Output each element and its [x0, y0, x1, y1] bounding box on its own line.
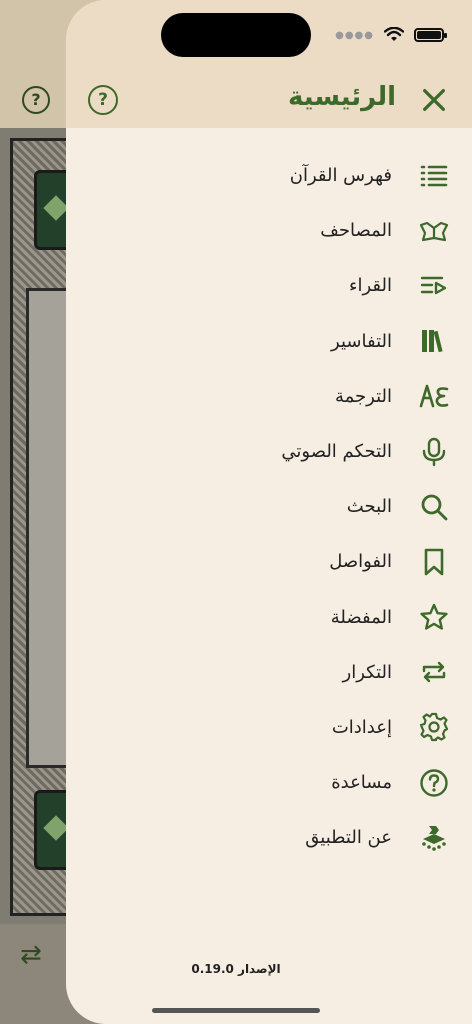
app-logo-icon — [418, 822, 450, 854]
help-circle-icon — [418, 767, 450, 799]
menu-item-label: التفاسير — [331, 330, 392, 352]
gear-icon — [418, 711, 450, 743]
star-icon — [418, 601, 450, 633]
menu-item-quran-index[interactable]: فهرس القرآن — [66, 148, 472, 203]
close-button[interactable] — [418, 84, 450, 116]
menu-item-voice-control[interactable]: التحكم الصوتي — [66, 424, 472, 479]
close-icon — [423, 89, 445, 111]
menu-item-tafsirs[interactable]: التفاسير — [66, 314, 472, 369]
background-help-icon: ? — [22, 86, 50, 114]
background-repeat-icon: ⇄ — [20, 940, 42, 970]
menu-item-bookmarks[interactable]: الفواصل — [66, 534, 472, 589]
menu-item-label: الترجمة — [334, 385, 392, 407]
menu-item-help[interactable]: مساعدة — [66, 755, 472, 810]
bookmark-icon — [418, 546, 450, 578]
open-book-icon — [418, 215, 450, 247]
signal-icon: ●●●● — [335, 29, 374, 41]
repeat-icon — [418, 656, 450, 688]
menu-item-label: مساعدة — [331, 772, 392, 794]
home-indicator — [152, 1008, 320, 1013]
menu-item-settings[interactable]: إعدادات — [66, 700, 472, 755]
menu-item-label: المصاحف — [320, 220, 392, 242]
status-bar: ●●●● — [335, 26, 447, 44]
drawer-menu: فهرس القرآن المصاحف القراء التفاسير التر… — [66, 148, 472, 865]
wifi-icon — [384, 27, 404, 41]
menu-item-translation[interactable]: الترجمة — [66, 369, 472, 424]
microphone-icon — [418, 436, 450, 468]
menu-item-about[interactable]: عن التطبيق — [66, 810, 472, 865]
dynamic-island — [161, 13, 311, 57]
menu-item-label: التحكم الصوتي — [281, 441, 392, 463]
menu-item-repeat[interactable]: التكرار — [66, 645, 472, 700]
menu-item-label: البحث — [346, 496, 392, 518]
menu-item-label: عن التطبيق — [305, 827, 392, 849]
list-icon — [418, 160, 450, 192]
menu-item-label: القراء — [349, 275, 392, 297]
menu-item-favorites[interactable]: المفضلة — [66, 590, 472, 645]
battery-icon — [414, 28, 447, 42]
books-icon — [418, 325, 450, 357]
page-title: الرئيسية — [287, 82, 396, 112]
menu-item-label: إعدادات — [331, 716, 392, 738]
help-button[interactable]: ? — [88, 85, 118, 115]
menu-item-label: التكرار — [342, 661, 392, 683]
side-drawer: ●●●● ? الرئيسية فهرس القرآن المصاحف القر… — [66, 0, 472, 1024]
menu-item-label: الفواصل — [329, 551, 392, 573]
menu-item-search[interactable]: البحث — [66, 479, 472, 534]
menu-item-label: المفضلة — [330, 606, 392, 628]
menu-item-label: فهرس القرآن — [289, 165, 392, 187]
app-version: الإصدار 0.19.0 — [191, 962, 281, 976]
drawer-header: ●●●● ? الرئيسية — [66, 0, 472, 128]
menu-item-mushafs[interactable]: المصاحف — [66, 203, 472, 258]
playlist-icon — [418, 270, 450, 302]
search-icon — [418, 491, 450, 523]
translate-icon — [418, 380, 450, 412]
menu-item-reciters[interactable]: القراء — [66, 258, 472, 313]
